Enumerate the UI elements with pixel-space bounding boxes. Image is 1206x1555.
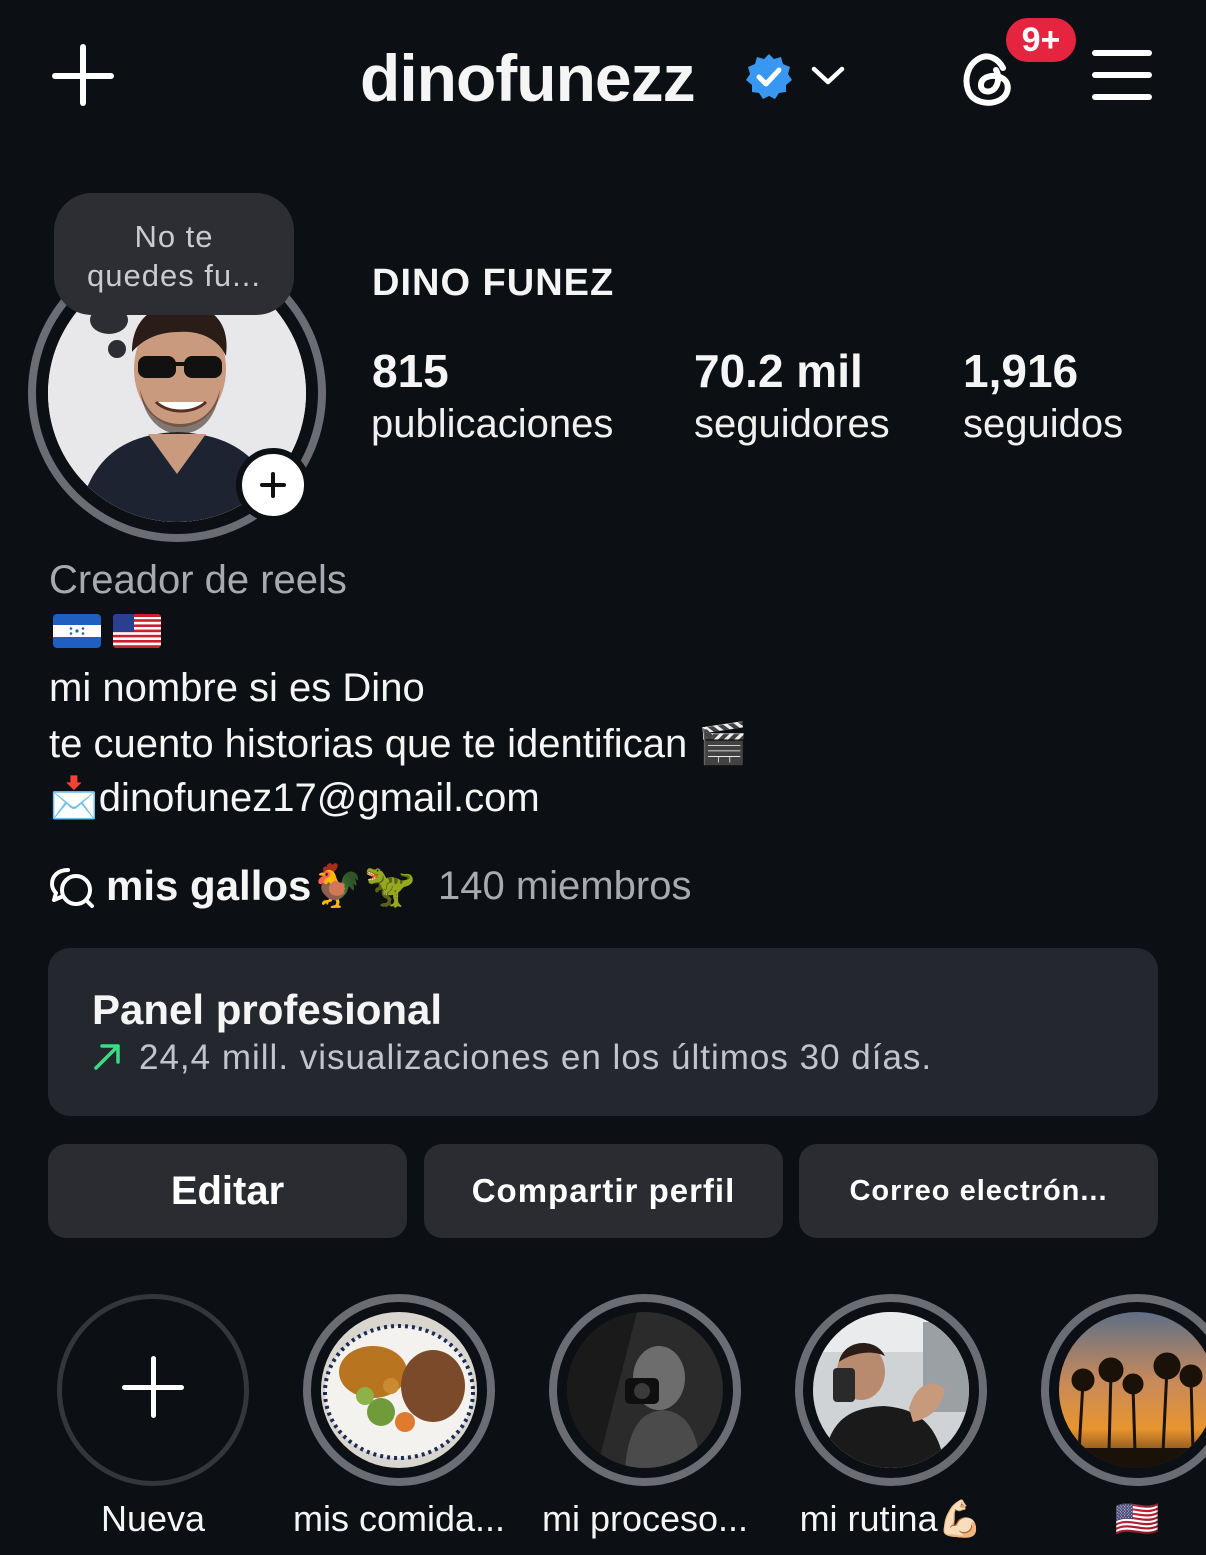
share-profile-button[interactable]: Compartir perfil	[424, 1144, 783, 1238]
channel-name[interactable]: mis gallos🐓🦖	[106, 862, 416, 911]
broadcast-channel-icon	[50, 868, 94, 908]
edit-profile-button[interactable]: Editar	[48, 1144, 407, 1238]
notification-badge[interactable]: 9+	[1002, 14, 1080, 66]
stat-posts-label[interactable]: publicaciones	[371, 402, 613, 447]
display-name: DINO FUNEZ	[372, 262, 615, 304]
chevron-down-icon[interactable]	[810, 60, 846, 90]
usa-flag-icon	[113, 614, 161, 648]
stat-following-count[interactable]: 1,916	[963, 344, 1078, 398]
highlight-label-mi-proceso[interactable]: mi proceso...	[522, 1498, 768, 1540]
profile-category: Creador de reels	[49, 558, 347, 602]
highlight-label-mis-comidas[interactable]: mis comida...	[276, 1498, 522, 1540]
menu-icon[interactable]	[1092, 50, 1152, 100]
plus-icon	[122, 1356, 184, 1418]
panel-title: Panel profesional	[92, 986, 443, 1033]
stat-posts-count[interactable]: 815	[372, 344, 449, 398]
highlight-cover-sunset	[1059, 1312, 1206, 1468]
panel-subtitle: 24,4 mill. visualizaciones en los último…	[139, 1038, 933, 1077]
email-button[interactable]: Correo electrón...	[799, 1144, 1158, 1238]
bio-email-link[interactable]: 📩dinofunez17@gmail.com	[49, 774, 540, 821]
note-bubble[interactable]: No te quedes fu...	[54, 193, 294, 315]
highlight-cover-food	[321, 1312, 477, 1468]
trend-up-arrow-icon	[94, 1044, 120, 1070]
highlight-label-usa[interactable]: 🇺🇸	[1014, 1498, 1206, 1540]
highlight-label-new[interactable]: Nueva	[30, 1498, 276, 1540]
bio-line-1: mi nombre si es Dino	[49, 666, 425, 710]
note-text-line2: quedes fu...	[86, 258, 261, 293]
note-text-line1: No te	[134, 219, 214, 254]
create-plus-icon[interactable]	[52, 44, 116, 108]
stat-following-label[interactable]: seguidos	[963, 402, 1123, 447]
highlight-cover-gym	[813, 1312, 969, 1468]
add-story-plus-icon[interactable]	[236, 448, 310, 522]
username-switcher[interactable]: dinofunezz	[360, 40, 696, 116]
bio-line-2: te cuento historias que te identifican 🎬	[49, 722, 749, 766]
stat-followers-count[interactable]: 70.2 mil	[694, 344, 863, 398]
highlight-label-mi-rutina[interactable]: mi rutina💪🏻	[768, 1498, 1014, 1540]
honduras-flag-icon	[53, 614, 101, 648]
channel-members[interactable]: 140 miembros	[438, 864, 691, 909]
stat-followers-label[interactable]: seguidores	[694, 402, 890, 447]
highlight-cover-process	[567, 1312, 723, 1468]
verified-badge-icon	[746, 54, 792, 99]
